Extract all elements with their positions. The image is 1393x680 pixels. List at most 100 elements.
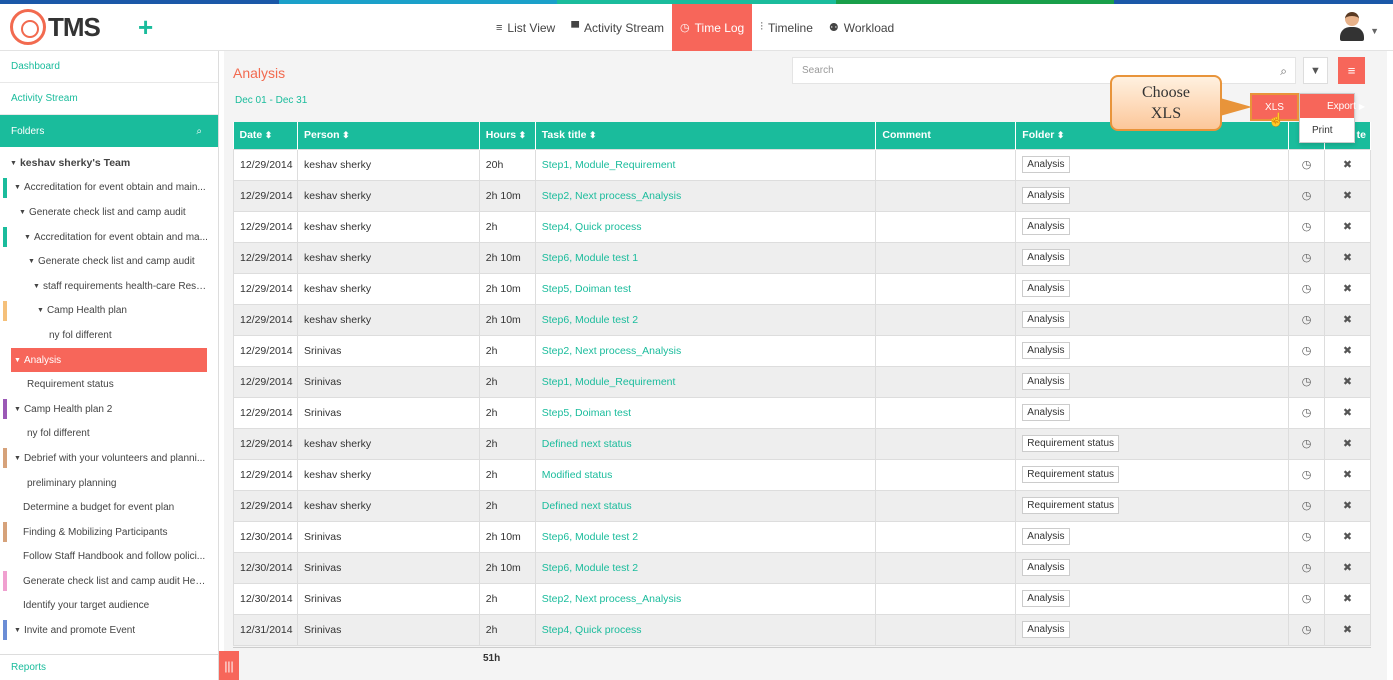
delete-icon[interactable]: ✖	[1323, 272, 1372, 305]
column-header[interactable]: Person ⬍	[297, 122, 480, 149]
folder-tag[interactable]: Requirement status	[1022, 435, 1120, 452]
delete-icon[interactable]: ✖	[1323, 210, 1372, 243]
timer-icon[interactable]: ◷	[1288, 303, 1325, 336]
task-link[interactable]: Step2, Next process_Analysis	[534, 179, 877, 212]
timer-icon[interactable]: ◷	[1288, 520, 1325, 553]
timer-icon[interactable]: ◷	[1288, 396, 1325, 429]
task-link[interactable]: Step6, Module test 2	[534, 551, 877, 584]
timer-icon[interactable]: ◷	[1288, 272, 1325, 305]
delete-icon[interactable]: ✖	[1323, 365, 1372, 398]
task-link[interactable]: Step5, Doiman test	[534, 396, 877, 429]
filter-button[interactable]: ▼	[1303, 57, 1328, 84]
tab-time-log[interactable]: ◷ Time Log	[672, 4, 753, 51]
add-icon[interactable]: +	[138, 12, 158, 43]
timer-icon[interactable]: ◷	[1288, 179, 1325, 212]
folder-tag[interactable]: Analysis	[1022, 156, 1070, 173]
folder-tag[interactable]: Analysis	[1022, 404, 1070, 421]
export-menu-item[interactable]: Export ▶	[1300, 94, 1365, 118]
date-range[interactable]: Dec 01 - Dec 31	[235, 95, 307, 106]
sidebar-folders-header[interactable]: Folders ⌕	[0, 115, 218, 147]
task-link[interactable]: Step5, Doiman test	[534, 272, 877, 305]
tab-list-view[interactable]: ≡ List View	[488, 4, 563, 51]
timer-icon[interactable]: ◷	[1288, 210, 1325, 243]
caret-down-icon[interactable]: ▼	[28, 258, 35, 265]
caret-down-icon[interactable]: ▼	[37, 307, 44, 314]
folder-tree-item[interactable]: ▼ Accreditation for event obtain and main…	[0, 176, 218, 201]
folder-tag[interactable]: Requirement status	[1022, 466, 1120, 483]
folder-tree-item[interactable]: ▼ keshav sherky's Team	[0, 151, 218, 176]
task-link[interactable]: Step6, Module test 2	[534, 520, 877, 553]
folder-tag[interactable]: Analysis	[1022, 311, 1070, 328]
caret-down-icon[interactable]: ▼	[14, 357, 21, 364]
folder-tree-item[interactable]: ▼ Analysis	[11, 347, 207, 373]
timer-icon[interactable]: ◷	[1288, 427, 1325, 460]
folder-tree-item[interactable]: ▼ Invite and promote Event	[0, 618, 218, 643]
task-link[interactable]: Step6, Module test 2	[534, 303, 877, 336]
folder-tree-item[interactable]: Follow Staff Handbook and follow polici.…	[0, 545, 218, 570]
sort-icon[interactable]: ⬍	[340, 130, 350, 140]
caret-down-icon[interactable]: ▼	[14, 184, 21, 191]
delete-icon[interactable]: ✖	[1323, 396, 1372, 429]
folder-tag[interactable]: Analysis	[1022, 373, 1070, 390]
tab-workload[interactable]: ⚉ Workload	[821, 4, 902, 51]
timer-icon[interactable]: ◷	[1288, 582, 1325, 615]
task-link[interactable]: Defined next status	[534, 489, 877, 522]
column-header[interactable]: Task title ⬍	[535, 122, 877, 149]
tab-timeline[interactable]: ⫶ Timeline	[752, 4, 821, 51]
delete-icon[interactable]: ✖	[1323, 334, 1372, 367]
folder-tree-item[interactable]: Requirement status	[0, 372, 218, 397]
column-header[interactable]: Hours ⬍	[479, 122, 536, 149]
sidebar-toggle-handle[interactable]: |||	[219, 651, 239, 680]
timer-icon[interactable]: ◷	[1288, 551, 1325, 584]
folder-tag[interactable]: Analysis	[1022, 187, 1070, 204]
folder-tree-item[interactable]: ▼ Camp Health plan 2	[0, 397, 218, 422]
caret-down-icon[interactable]: ▼	[10, 160, 17, 167]
sidebar-item-activity-stream[interactable]: Activity Stream	[0, 83, 218, 115]
sort-icon[interactable]: ⬍	[262, 130, 273, 140]
print-menu-item[interactable]: Print	[1300, 118, 1354, 142]
menu-button[interactable]: ≡	[1338, 57, 1365, 84]
tab-activity-stream[interactable]: ▀ Activity Stream	[563, 4, 672, 51]
column-header[interactable]: Date ⬍	[233, 122, 298, 149]
delete-icon[interactable]: ✖	[1323, 582, 1372, 615]
folder-tag[interactable]: Analysis	[1022, 528, 1070, 545]
folder-tag[interactable]: Analysis	[1022, 218, 1070, 235]
task-link[interactable]: Step4, Quick process	[534, 210, 877, 243]
caret-down-icon[interactable]: ▼	[14, 627, 21, 634]
folder-tree-item[interactable]: ▼ Generate check list and camp audit	[0, 249, 218, 274]
folder-tag[interactable]: Analysis	[1022, 621, 1070, 638]
timer-icon[interactable]: ◷	[1288, 458, 1325, 491]
delete-icon[interactable]: ✖	[1323, 551, 1372, 584]
folder-tag[interactable]: Analysis	[1022, 590, 1070, 607]
folder-tree-item[interactable]: Finding & Mobilizing Participants	[0, 520, 218, 545]
folder-tag[interactable]: Analysis	[1022, 559, 1070, 576]
chevron-down-icon[interactable]: ▼	[1370, 26, 1379, 36]
folder-tree-item[interactable]: preliminary planning	[0, 471, 218, 496]
folder-tree-item[interactable]: ▼ staff requirements health-care Resp...	[0, 274, 218, 299]
folder-tree-item[interactable]: ▼ Accreditation for event obtain and ma..…	[0, 225, 218, 250]
sort-icon[interactable]: ⬍	[587, 130, 597, 140]
timer-icon[interactable]: ◷	[1288, 334, 1325, 367]
caret-down-icon[interactable]: ▼	[24, 234, 31, 241]
task-link[interactable]: Step1, Module_Requirement	[534, 148, 877, 181]
delete-icon[interactable]: ✖	[1323, 613, 1372, 646]
folder-tree-item[interactable]: ny fol different	[0, 422, 218, 447]
folder-tree-item[interactable]: Identify your target audience	[0, 594, 218, 619]
timer-icon[interactable]: ◷	[1288, 365, 1325, 398]
delete-icon[interactable]: ✖	[1323, 148, 1372, 181]
delete-icon[interactable]: ✖	[1323, 241, 1372, 274]
search-icon[interactable]: ⌕	[1280, 64, 1287, 79]
folder-tag[interactable]: Analysis	[1022, 342, 1070, 359]
task-link[interactable]: Step4, Quick process	[534, 613, 877, 646]
delete-icon[interactable]: ✖	[1323, 458, 1372, 491]
task-link[interactable]: Step2, Next process_Analysis	[534, 334, 877, 367]
avatar[interactable]	[1339, 12, 1365, 44]
timer-icon[interactable]: ◷	[1288, 613, 1325, 646]
task-link[interactable]: Step6, Module test 1	[534, 241, 877, 274]
folder-tag[interactable]: Analysis	[1022, 249, 1070, 266]
timer-icon[interactable]: ◷	[1288, 241, 1325, 274]
task-link[interactable]: Modified status	[534, 458, 877, 491]
folder-tree-item[interactable]: ny fol different	[0, 323, 218, 348]
caret-down-icon[interactable]: ▼	[14, 455, 21, 462]
folder-tag[interactable]: Requirement status	[1022, 497, 1120, 514]
